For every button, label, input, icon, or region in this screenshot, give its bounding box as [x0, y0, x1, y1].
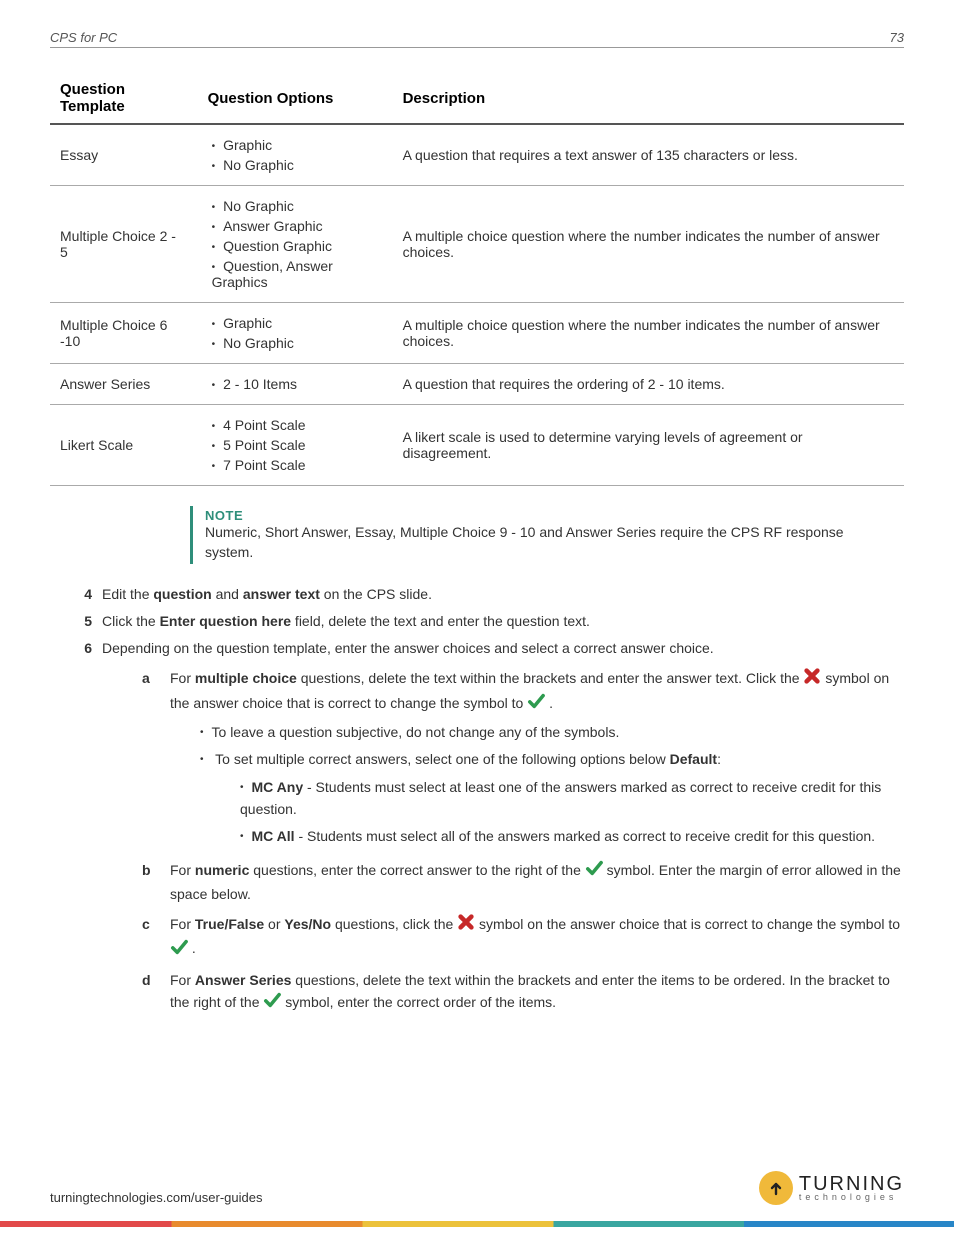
check-mark-icon — [263, 992, 281, 1014]
option-item: Question, Answer Graphics — [212, 256, 383, 292]
cell-description: A question that requires a text answer o… — [393, 124, 904, 186]
substep-c: c For True/False or Yes/No questions, cl… — [142, 913, 904, 961]
cell-description: A multiple choice question where the num… — [393, 303, 904, 364]
option-item: 2 - 10 Items — [212, 374, 383, 394]
footer-color-bar — [0, 1221, 954, 1227]
option-item: Graphic — [212, 135, 383, 155]
note-block: NOTE Numeric, Short Answer, Essay, Multi… — [190, 506, 870, 564]
step-4: 4 Edit the question and answer text on t… — [70, 584, 904, 605]
cell-template: Answer Series — [50, 364, 198, 405]
bullet-subjective: To leave a question subjective, do not c… — [200, 719, 904, 745]
cell-template: Essay — [50, 124, 198, 186]
table-row: Likert Scale4 Point Scale5 Point Scale7 … — [50, 405, 904, 486]
footer-url: turningtechnologies.com/user-guides — [50, 1190, 262, 1205]
cell-options: No GraphicAnswer GraphicQuestion Graphic… — [198, 186, 393, 303]
bullet-mc-all: MC All - Students must select all of the… — [240, 823, 904, 849]
bullet-mc-any: MC Any - Students must select at least o… — [240, 774, 904, 823]
table-row: EssayGraphicNo GraphicA question that re… — [50, 124, 904, 186]
page-number: 73 — [890, 30, 904, 45]
cell-options: GraphicNo Graphic — [198, 303, 393, 364]
option-item: 4 Point Scale — [212, 415, 383, 435]
cell-description: A question that requires the ordering of… — [393, 364, 904, 405]
cell-options: 2 - 10 Items — [198, 364, 393, 405]
check-mark-icon — [170, 939, 188, 961]
doc-title: CPS for PC — [50, 30, 117, 45]
substep-a: a For multiple choice questions, delete … — [142, 667, 904, 851]
col-description: Description — [393, 73, 904, 124]
cell-template: Multiple Choice 6 -10 — [50, 303, 198, 364]
check-mark-icon — [527, 693, 545, 715]
cell-description: A likert scale is used to determine vary… — [393, 405, 904, 486]
page-header: CPS for PC 73 — [50, 30, 904, 48]
logo-arrow-icon — [759, 1171, 793, 1205]
x-mark-icon — [803, 667, 821, 691]
table-row: Answer Series 2 - 10 Items A question that… — [50, 364, 904, 405]
cell-options: 4 Point Scale5 Point Scale7 Point Scale — [198, 405, 393, 486]
option-item: No Graphic — [212, 155, 383, 175]
option-item: No Graphic — [212, 196, 383, 216]
option-item: No Graphic — [212, 333, 383, 353]
option-item: Answer Graphic — [212, 216, 383, 236]
x-mark-icon — [457, 913, 475, 937]
option-item: Question Graphic — [212, 236, 383, 256]
cell-description: A multiple choice question where the num… — [393, 186, 904, 303]
substeps-list: a For multiple choice questions, delete … — [102, 667, 904, 1015]
option-item: 5 Point Scale — [212, 435, 383, 455]
table-row: Multiple Choice 6 -10GraphicNo GraphicA … — [50, 303, 904, 364]
steps-list: 4 Edit the question and answer text on t… — [50, 584, 904, 1023]
logo-sub-text: technologies — [799, 1193, 904, 1201]
note-label: NOTE — [205, 508, 870, 523]
bullet-multiple-correct: To set multiple correct answers, select … — [200, 746, 904, 852]
cell-options: GraphicNo Graphic — [198, 124, 393, 186]
cell-template: Multiple Choice 2 - 5 — [50, 186, 198, 303]
turning-logo: TURNING technologies — [759, 1171, 904, 1205]
step-6: 6 Depending on the question template, en… — [70, 638, 904, 1023]
question-template-table: Question Template Question Options Descr… — [50, 73, 904, 486]
col-options: Question Options — [198, 73, 393, 124]
substep-d: d For Answer Series questions, delete th… — [142, 969, 904, 1015]
note-text: Numeric, Short Answer, Essay, Multiple C… — [205, 523, 870, 562]
option-item: 7 Point Scale — [212, 455, 383, 475]
cell-template: Likert Scale — [50, 405, 198, 486]
logo-main-text: TURNING — [799, 1175, 904, 1193]
page-footer: turningtechnologies.com/user-guides TURN… — [50, 1171, 904, 1205]
table-row: Multiple Choice 2 - 5No GraphicAnswer Gr… — [50, 186, 904, 303]
substep-b: b For numeric questions, enter the corre… — [142, 859, 904, 905]
step-5: 5 Click the Enter question here field, d… — [70, 611, 904, 632]
check-mark-icon — [585, 860, 603, 882]
col-template: Question Template — [50, 73, 198, 124]
option-item: Graphic — [212, 313, 383, 333]
